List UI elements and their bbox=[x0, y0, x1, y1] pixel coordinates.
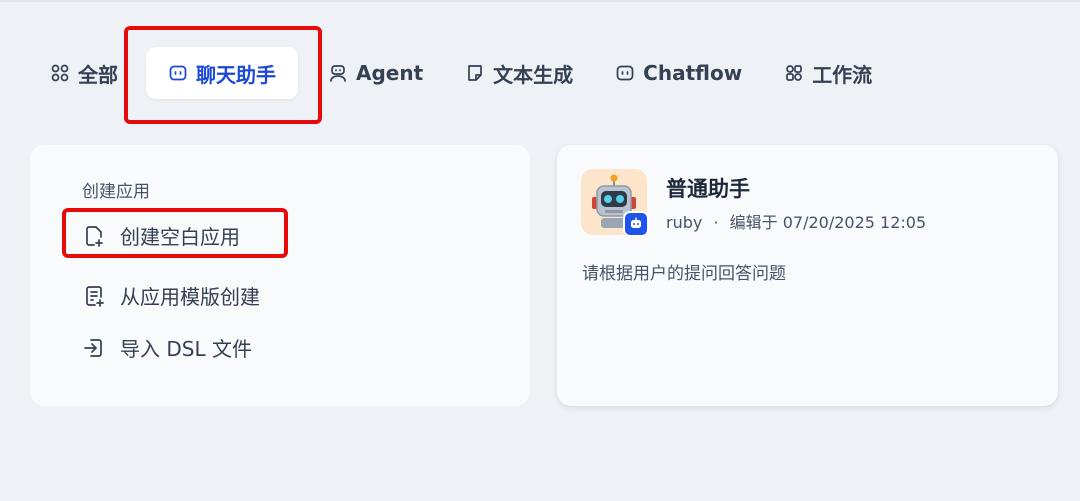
chat-bot-icon bbox=[168, 63, 188, 83]
top-divider bbox=[0, 0, 1080, 2]
create-app-card: 创建应用 创建空白应用 从应用模版创建 导入 DSL 文件 bbox=[30, 145, 530, 406]
app-type-tabs: 全部 聊天助手 Agent 文本生成 Chatflow 工作流 bbox=[36, 46, 900, 100]
app-meta: ruby · 编辑于 07/20/2025 12:05 bbox=[666, 209, 926, 233]
document-icon bbox=[465, 63, 485, 83]
tab-text-generation[interactable]: 文本生成 bbox=[451, 47, 587, 99]
agent-robot-icon bbox=[328, 63, 348, 83]
tab-label: Chatflow bbox=[643, 61, 743, 85]
create-from-template-label: 从应用模版创建 bbox=[120, 285, 260, 309]
tab-label: 全部 bbox=[78, 62, 118, 87]
tab-chat-assistant[interactable]: 聊天助手 bbox=[146, 47, 298, 99]
workflow-icon bbox=[784, 63, 804, 83]
tab-label: 聊天助手 bbox=[196, 62, 276, 87]
tab-label: 工作流 bbox=[812, 62, 873, 87]
app-name: 普通助手 bbox=[666, 177, 750, 201]
import-dsl-button[interactable]: 导入 DSL 文件 bbox=[82, 333, 252, 362]
create-blank-app-label: 创建空白应用 bbox=[120, 225, 240, 249]
import-file-icon bbox=[82, 336, 106, 360]
edited-time: 07/20/2025 12:05 bbox=[782, 213, 927, 232]
tab-all[interactable]: 全部 bbox=[36, 47, 132, 99]
create-blank-app-button[interactable]: 创建空白应用 bbox=[82, 221, 240, 250]
import-dsl-label: 导入 DSL 文件 bbox=[120, 337, 252, 361]
tab-agent[interactable]: Agent bbox=[314, 47, 437, 99]
tab-chatflow[interactable]: Chatflow bbox=[601, 47, 756, 99]
template-file-icon bbox=[82, 284, 106, 308]
tab-workflow[interactable]: 工作流 bbox=[770, 47, 886, 99]
app-description: 请根据用户的提问回答问题 bbox=[582, 264, 786, 284]
new-file-icon bbox=[82, 224, 106, 248]
grid-icon bbox=[50, 63, 70, 83]
app-card[interactable]: 普通助手 ruby · 编辑于 07/20/2025 12:05 请根据用户的提… bbox=[557, 145, 1058, 406]
create-app-title: 创建应用 bbox=[82, 182, 150, 202]
chat-bot-icon bbox=[623, 211, 649, 237]
create-from-template-button[interactable]: 从应用模版创建 bbox=[82, 281, 260, 310]
chatflow-icon bbox=[615, 63, 635, 83]
app-author: ruby bbox=[666, 213, 703, 232]
tab-label: 文本生成 bbox=[493, 62, 574, 87]
meta-separator: · bbox=[713, 213, 719, 232]
edited-prefix: 编辑于 bbox=[729, 213, 778, 232]
tab-label: Agent bbox=[356, 61, 424, 85]
